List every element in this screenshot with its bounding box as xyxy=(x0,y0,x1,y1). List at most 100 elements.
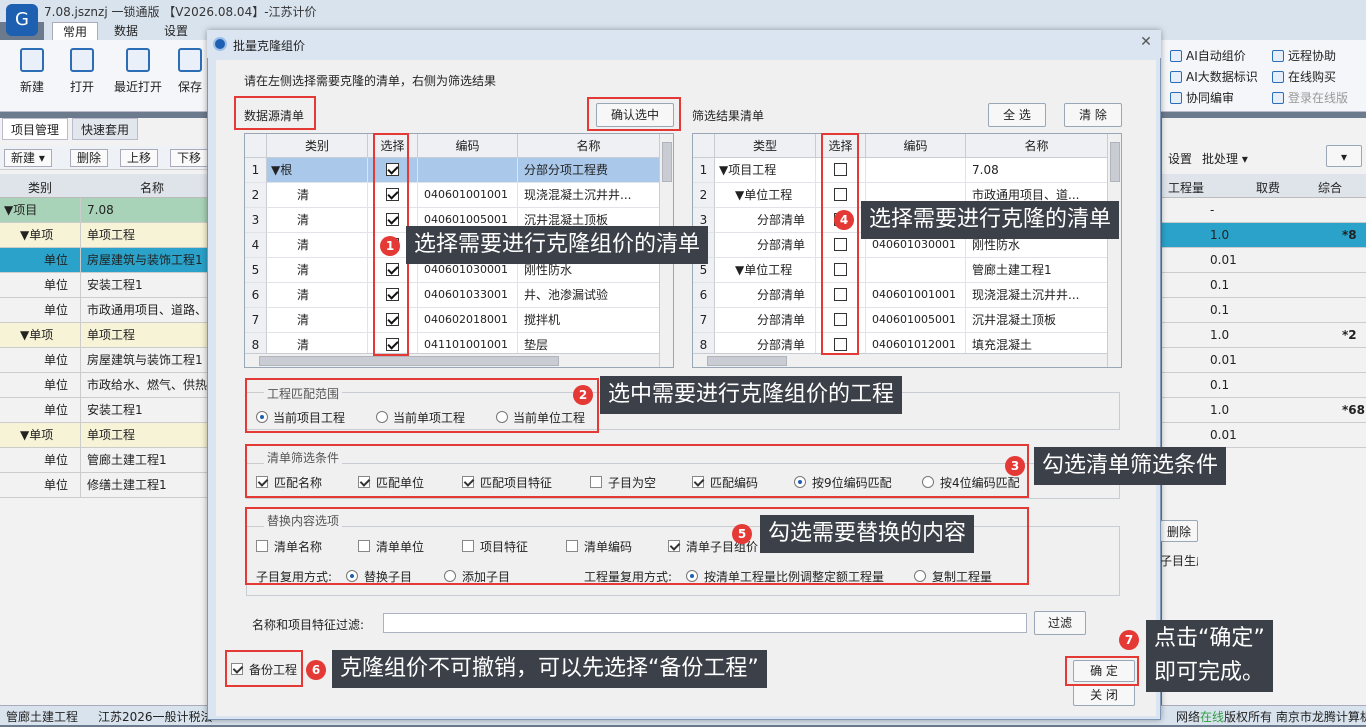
select-all-button[interactable]: 全 选 xyxy=(988,103,1046,127)
badge-5: 5 xyxy=(732,524,752,544)
tree-row[interactable]: 单位 安装工程1 xyxy=(0,398,210,423)
remote-assist[interactable]: 远程协助 xyxy=(1272,47,1336,64)
src-name-cell: 现浇混凝土沉井井... xyxy=(517,183,659,208)
src-type-cell: ▼根 xyxy=(267,158,367,183)
dialog-title-bar: 批量克隆组价 xyxy=(207,30,1161,58)
badge-1: 1 xyxy=(380,236,400,256)
highlight-match-scope xyxy=(245,378,599,433)
tab-settings[interactable]: 设置 xyxy=(154,22,198,40)
clear-button[interactable]: 清 除 xyxy=(1064,103,1122,127)
res-name-cell: 7.08 xyxy=(965,158,1107,183)
tree-new-button[interactable]: 新建 ▾ xyxy=(4,149,52,167)
dropdown-button[interactable]: ▾ xyxy=(1326,145,1362,167)
src-type-cell: 清 xyxy=(267,208,367,233)
tab-data[interactable]: 数据 xyxy=(104,22,148,40)
tab-common[interactable]: 常用 xyxy=(52,22,99,40)
badge-2: 2 xyxy=(573,385,593,405)
detail-row: 0.01 xyxy=(1162,423,1366,448)
tree-row[interactable]: ▼单项 单项工程 xyxy=(0,223,210,248)
detail-row: 1.0 *2 xyxy=(1162,323,1366,348)
ai-big-data[interactable]: AI大数据标识 xyxy=(1170,68,1258,85)
app-title-bar: 7.08.jsznzj 一锁通版 【V2026.08.04】-江苏计价 xyxy=(0,0,1366,22)
side-delete-button[interactable]: 删除 xyxy=(1160,520,1198,542)
tree-row[interactable]: 单位 管廊土建工程1 xyxy=(0,448,210,473)
result-hscroll[interactable] xyxy=(693,353,1107,367)
dialog-logo-icon xyxy=(213,37,227,51)
detail-row: 0.01 xyxy=(1162,248,1366,273)
tree-row[interactable]: 单位 市政给水、燃气、供热 xyxy=(0,373,210,398)
tree-row[interactable]: 单位 安装工程1 xyxy=(0,273,210,298)
src-code-cell: 040601033001 xyxy=(417,283,517,308)
highlight-ok-button xyxy=(1065,656,1139,686)
new-button[interactable]: 新建 xyxy=(10,48,54,95)
tree-row[interactable]: ▼项目 7.08 xyxy=(0,198,210,223)
close-button[interactable]: 关 闭 xyxy=(1073,684,1135,706)
res-type-cell: ▼项目工程 xyxy=(715,158,815,183)
res-type-cell: ▼单位工程 xyxy=(715,258,815,283)
highlight-backup xyxy=(225,650,303,687)
save-button[interactable]: 保存 xyxy=(172,48,208,95)
detail-row: 0.1 xyxy=(1162,373,1366,398)
tree-up-button[interactable]: 上移 xyxy=(120,149,159,167)
res-type-cell: 分部清单 xyxy=(715,283,815,308)
src-type-cell: 清 xyxy=(267,258,367,283)
detail-row: 1.0 *8 xyxy=(1162,223,1366,248)
highlight-filter-conditions xyxy=(245,444,1029,498)
res-name-cell: 沉井混凝土顶板 xyxy=(965,308,1107,333)
recent-button[interactable]: 最近打开 xyxy=(110,48,166,95)
res-type-cell: ▼单位工程 xyxy=(715,183,815,208)
tab-project-manage[interactable]: 项目管理 xyxy=(2,118,69,140)
highlight-result-checks xyxy=(821,133,859,355)
tab-quick-apply[interactable]: 快速套用 xyxy=(72,118,139,140)
tree-delete-button[interactable]: 删除 xyxy=(70,149,109,167)
ai-icon xyxy=(1170,50,1182,62)
res-type-cell: 分部清单 xyxy=(715,308,815,333)
src-code-cell xyxy=(417,158,517,183)
online-buy[interactable]: 在线购买 xyxy=(1272,68,1336,85)
tree-down-button[interactable]: 下移 xyxy=(170,149,209,167)
status-network: 网络在线版权所有 南京市龙腾计算机 xyxy=(1176,710,1366,724)
settings-menu[interactable]: 设置 xyxy=(1168,150,1192,167)
remote-icon xyxy=(1272,50,1284,62)
row-number: 6 xyxy=(245,283,267,308)
detail-row: - xyxy=(1162,198,1366,223)
filter-input[interactable] xyxy=(383,613,1027,633)
callout-5: 勾选需要替换的内容 xyxy=(760,515,975,553)
clock-icon xyxy=(126,48,150,72)
source-hscroll[interactable] xyxy=(245,353,659,367)
src-name-cell: 搅拌机 xyxy=(517,308,659,333)
open-button[interactable]: 打开 xyxy=(60,48,104,95)
tree-row[interactable]: 单位 房屋建筑与装饰工程1 xyxy=(0,248,210,273)
result-vscroll[interactable] xyxy=(1107,134,1121,367)
tree-row[interactable]: 单位 房屋建筑与装饰工程1 xyxy=(0,348,210,373)
filter-label: 名称和项目特征过滤: xyxy=(252,618,365,632)
callout-4: 选择需要进行克隆的清单 xyxy=(861,201,1120,239)
side-generate[interactable]: 子目生成 xyxy=(1160,552,1198,569)
tree-row[interactable]: 单位 修缮土建工程1 xyxy=(0,473,210,498)
callout-3: 勾选清单筛选条件 xyxy=(1034,447,1227,485)
detail-row: 0.1 xyxy=(1162,298,1366,323)
detail-row: 1.0 *68 xyxy=(1162,398,1366,423)
tree-row[interactable]: ▼单项 单项工程 xyxy=(0,323,210,348)
result-label: 筛选结果清单 xyxy=(692,109,765,123)
row-number: 2 xyxy=(693,183,715,208)
result-grid: 类型 选择 编码 名称 1 ▼项目工程 7.08 2 ▼单位工程 市政通用项目、道... 3… xyxy=(692,133,1122,368)
src-name-cell: 井、池渗漏试验 xyxy=(517,283,659,308)
filter-button[interactable]: 过滤 xyxy=(1034,611,1086,635)
ai-auto-price[interactable]: AI自动组价 xyxy=(1170,47,1246,64)
tree-row[interactable]: 单位 市政通用项目、道路、 xyxy=(0,298,210,323)
dialog-close-icon[interactable]: ✕ xyxy=(1138,34,1154,50)
row-number: 2 xyxy=(245,183,267,208)
login-icon xyxy=(1272,92,1284,104)
highlight-confirm-button xyxy=(587,97,681,131)
instruction-text: 请在左侧选择需要克隆的清单，右侧为筛选结果 xyxy=(244,74,497,88)
login-online[interactable]: 登录在线版 xyxy=(1272,89,1348,106)
tree-row[interactable]: ▼单项 单项工程 xyxy=(0,423,210,448)
status-project: 管廊土建工程 xyxy=(6,710,79,724)
badge-3: 3 xyxy=(1005,456,1025,476)
badge-4: 4 xyxy=(834,210,854,230)
cart-icon xyxy=(1272,71,1284,83)
highlight-source-label xyxy=(234,96,316,130)
batch-menu[interactable]: 批处理 ▾ xyxy=(1202,150,1248,167)
co-edit[interactable]: 协同编审 xyxy=(1170,89,1234,106)
